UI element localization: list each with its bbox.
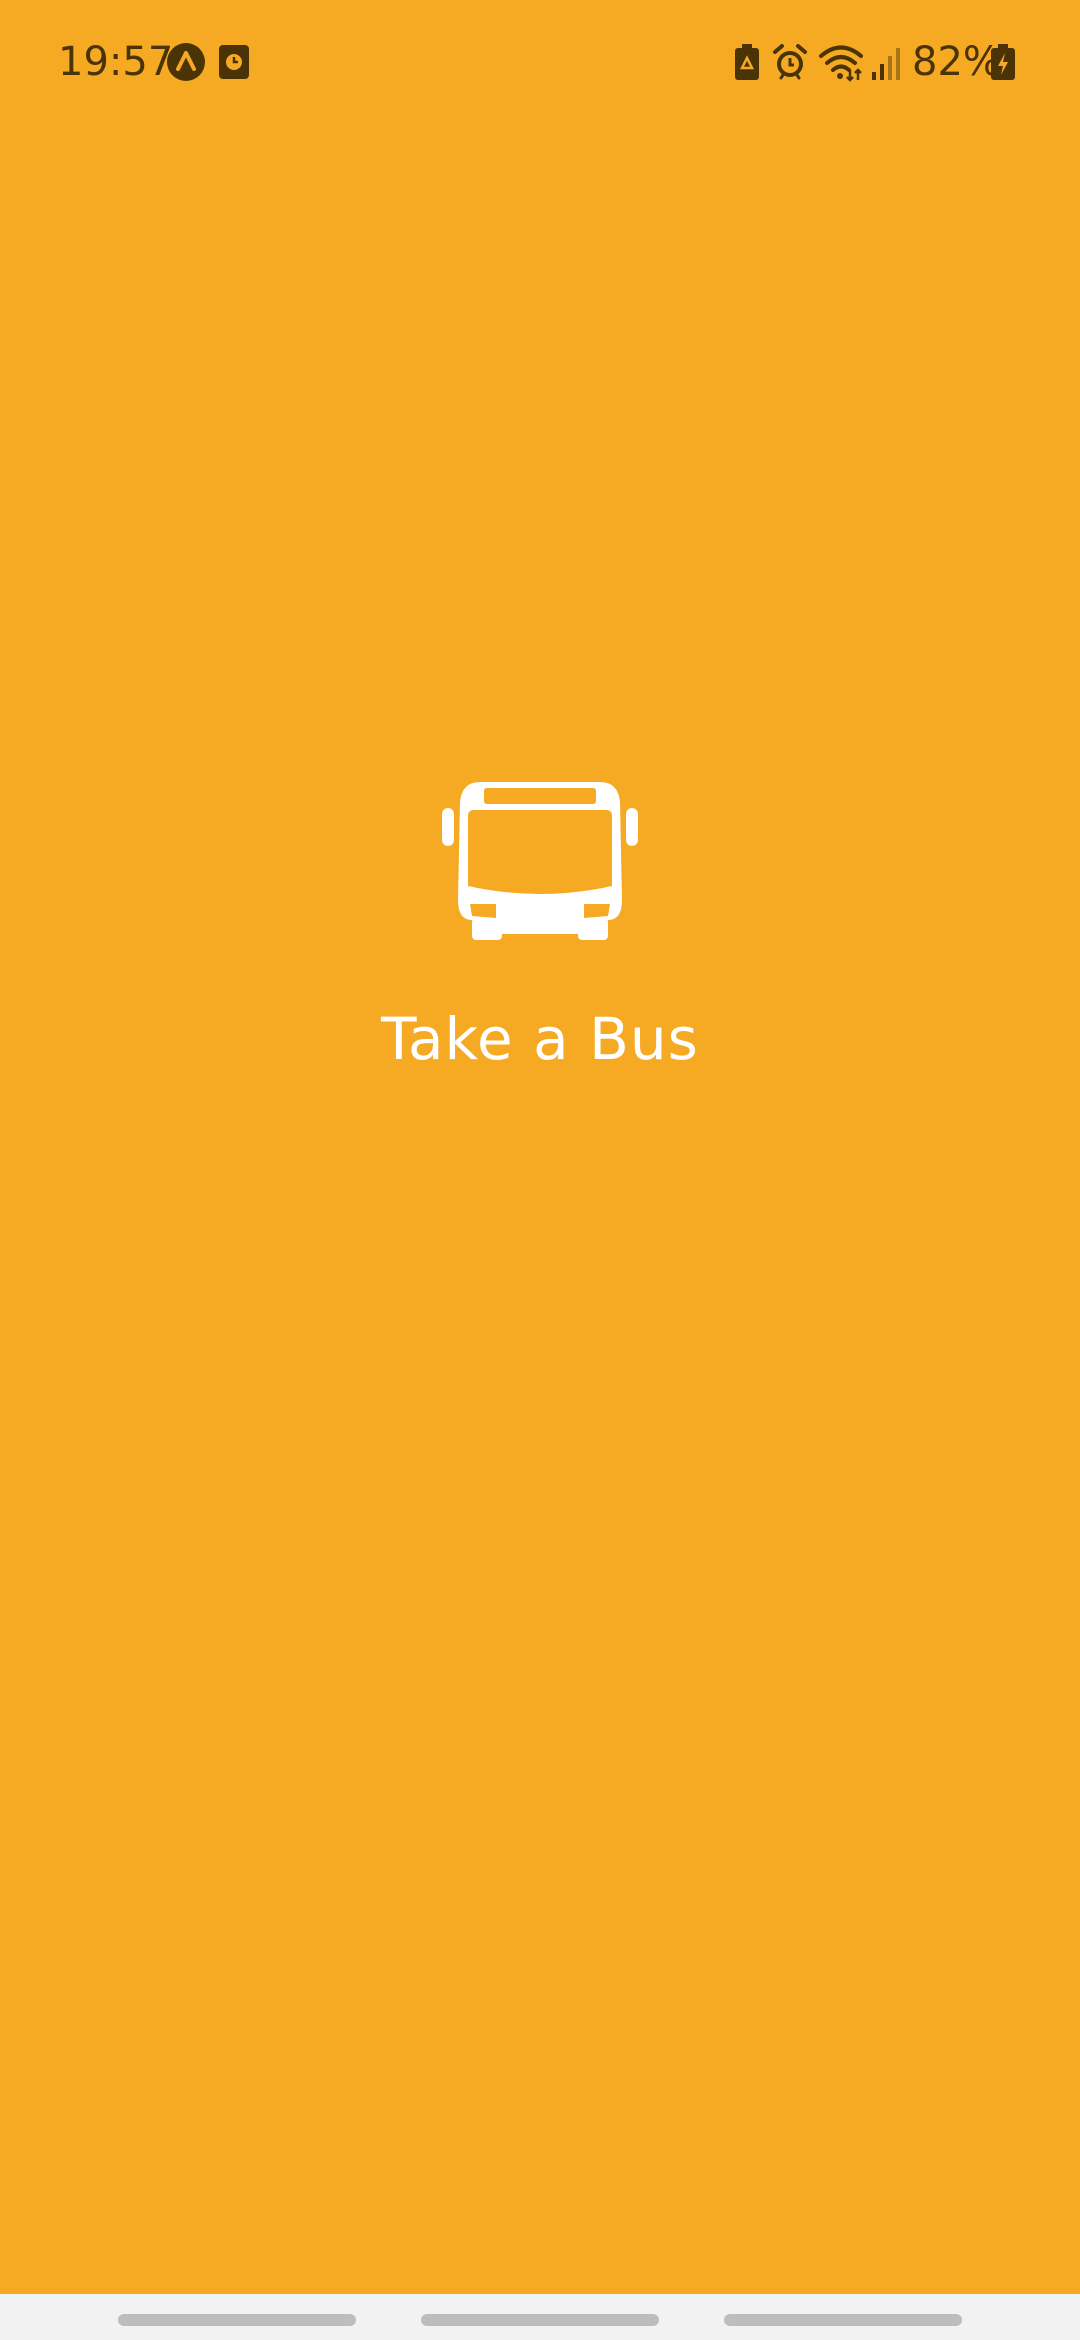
splash-screen: 19:57 82% Take a Bus [0,0,1080,2340]
battery-saver-icon [734,42,760,87]
nav-back-handle[interactable] [724,2314,962,2326]
nav-home-handle[interactable] [421,2314,659,2326]
battery-charging-icon [990,42,1016,87]
status-time: 19:57 [58,39,174,85]
splash-content: Take a Bus [0,780,1080,1074]
app-name: Take a Bus [381,1005,699,1073]
status-bar: 19:57 82% [0,0,1080,128]
battery-percent: 82% [912,39,1001,85]
bus-icon [442,782,638,940]
nav-recents-handle[interactable] [118,2314,356,2326]
alarm-icon [772,42,808,87]
signal-icon [870,42,902,87]
clock-app-icon [218,42,250,87]
wifi-icon [818,42,864,87]
navigation-app-icon [166,42,206,87]
navigation-bar [0,2294,1080,2340]
